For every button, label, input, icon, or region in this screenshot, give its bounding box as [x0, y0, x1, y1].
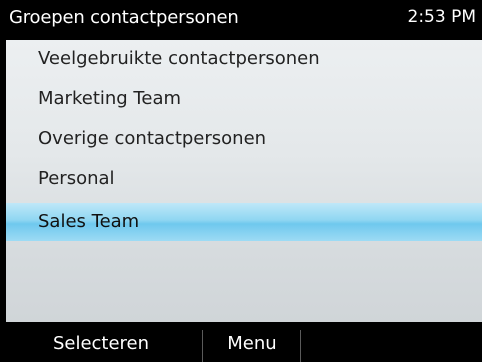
- list-item-personal[interactable]: Personal: [6, 160, 482, 198]
- list-item-veelgebruikte-contactpersonen[interactable]: Veelgebruikte contactpersonen: [6, 40, 482, 78]
- title-bar: Groepen contactpersonen 2:53 PM: [0, 0, 482, 40]
- list-item-marketing-team[interactable]: Marketing Team: [6, 80, 482, 118]
- select-softkey[interactable]: Selecteren: [0, 322, 202, 362]
- menu-softkey-label: Menu: [227, 333, 277, 354]
- clock: 2:53 PM: [407, 7, 477, 27]
- list-item-label: Personal: [38, 168, 115, 189]
- screen-title: Groepen contactpersonen: [9, 7, 239, 28]
- contact-groups-list: Veelgebruikte contactpersonen Marketing …: [6, 40, 482, 322]
- menu-softkey[interactable]: Menu: [204, 322, 300, 362]
- softkey-bar: Selecteren Menu: [0, 322, 482, 362]
- softkey-divider: [202, 330, 203, 362]
- list-item-label: Sales Team: [38, 211, 140, 232]
- list-item-overige-contactpersonen[interactable]: Overige contactpersonen: [6, 120, 482, 158]
- select-softkey-label: Selecteren: [52, 333, 150, 354]
- list-item-sales-team[interactable]: Sales Team: [6, 203, 482, 241]
- softkey-divider: [300, 330, 301, 362]
- list-item-label: Veelgebruikte contactpersonen: [38, 48, 320, 69]
- list-item-label: Marketing Team: [38, 88, 182, 109]
- phone-screen: Groepen contactpersonen 2:53 PM Veelgebr…: [0, 0, 482, 362]
- list-item-label: Overige contactpersonen: [38, 128, 267, 149]
